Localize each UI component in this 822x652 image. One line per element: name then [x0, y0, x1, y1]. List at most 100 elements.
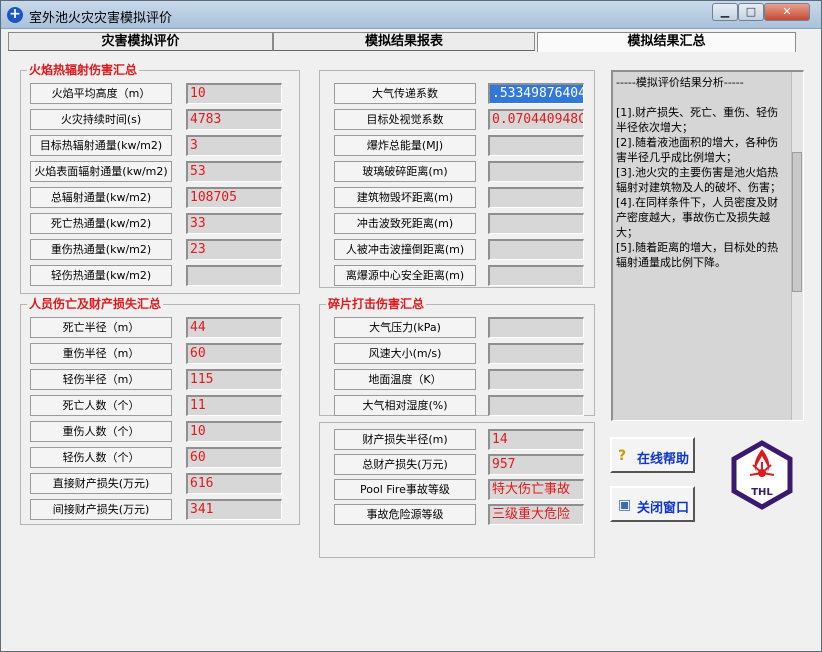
flame-row: 总辐射通量(kw/m2) 108705: [30, 187, 282, 208]
casualty-row: 间接财产损失(万元) 341: [30, 499, 282, 520]
loss-row: 财产损失半径(m) 14: [334, 429, 584, 450]
flame-value-field[interactable]: 53: [186, 161, 282, 182]
atmos-value-field[interactable]: 0.070440948C: [488, 109, 584, 130]
casualty-value-field[interactable]: 115: [186, 369, 282, 390]
atmos-value-field[interactable]: [488, 239, 584, 260]
loss-label: Pool Fire事故等级: [334, 479, 476, 500]
atmos-value-field[interactable]: [488, 135, 584, 156]
loss-value-field[interactable]: 14: [488, 429, 584, 450]
debris-value-field[interactable]: [488, 343, 584, 364]
flame-value-field[interactable]: 3: [186, 135, 282, 156]
debris-value-field[interactable]: [488, 395, 584, 416]
flame-value-field[interactable]: 10: [186, 83, 282, 104]
close-dialog-label: 关闭窗口: [637, 501, 690, 516]
flame-row: 重伤热通量(kw/m2) 23: [30, 239, 282, 260]
casualty-row: 重伤人数（个） 10: [30, 421, 282, 442]
atmos-row: 目标处视觉系数 0.070440948C: [334, 109, 584, 130]
atmos-value-field[interactable]: [488, 213, 584, 234]
maximize-button[interactable]: □: [738, 3, 764, 21]
debris-row: 风速大小(m/s): [334, 343, 584, 364]
casualty-value-field[interactable]: 44: [186, 317, 282, 338]
scroll-thumb[interactable]: [792, 152, 802, 292]
casualty-value-field[interactable]: 10: [186, 421, 282, 442]
analysis-line: [616, 90, 800, 105]
casualty-label: 轻伤人数（个）: [30, 447, 172, 468]
atmos-label: 人被冲击波撞倒距离(m): [334, 239, 476, 260]
close-door-icon: ▣: [618, 497, 632, 513]
atmos-row: 玻璃破碎距离(m): [334, 161, 584, 182]
flame-row: 轻伤热通量(kw/m2): [30, 265, 282, 286]
atmos-value-field[interactable]: [488, 265, 584, 286]
casualty-row: 直接财产损失(万元) 616: [30, 473, 282, 494]
client-area: 灾害模拟评价 模拟结果报表 模拟结果汇总 火焰热辐射伤害汇总 火焰平均高度（m）…: [4, 30, 818, 649]
flame-row: 火灾持续时间(s) 4783: [30, 109, 282, 130]
analysis-line: [1].财产损失、死亡、重伤、轻伤半径依次增大；: [616, 106, 779, 134]
tab-disaster-simulation[interactable]: 灾害模拟评价: [8, 32, 273, 51]
analysis-line: [2].随着液池面积的增大，各种伤害半径几乎成比例增大；: [616, 136, 779, 164]
thl-logo: THL: [731, 440, 793, 510]
casualty-label: 间接财产损失(万元): [30, 499, 172, 520]
atmos-value-field[interactable]: [488, 161, 584, 182]
analysis-textbox[interactable]: -----模拟评价结果分析----- [1].财产损失、死亡、重伤、轻伤半径依次…: [611, 70, 804, 421]
debris-row: 地面温度（K）: [334, 369, 584, 390]
online-help-button[interactable]: ? 在线帮助: [610, 437, 695, 473]
analysis-line: -----模拟评价结果分析-----: [616, 76, 744, 89]
tab-simulation-summary[interactable]: 模拟结果汇总: [537, 32, 796, 52]
casualty-value-field[interactable]: 11: [186, 395, 282, 416]
analysis-line: [4].在同样条件下，人员密度及财产密度越大，事故伤亡及损失越大；: [616, 196, 779, 239]
flame-row: 死亡热通量(kw/m2) 33: [30, 213, 282, 234]
loss-value-field[interactable]: 957: [488, 454, 584, 475]
loss-row: 事故危险源等级 三级重大危险: [334, 504, 584, 525]
loss-row: Pool Fire事故等级 特大伤亡事故: [334, 479, 584, 500]
minimize-button[interactable]: ▁: [712, 3, 738, 21]
analysis-scrollbar[interactable]: [791, 72, 803, 420]
casualty-row: 轻伤半径（m） 115: [30, 369, 282, 390]
atmos-row: 爆炸总能量(MJ): [334, 135, 584, 156]
casualty-label: 重伤半径（m）: [30, 343, 172, 364]
people-group-title: 人员伤亡及财产损失汇总: [27, 297, 164, 311]
atmos-label: 爆炸总能量(MJ): [334, 135, 476, 156]
flame-label: 火焰表面辐射通量(kw/m2): [30, 161, 172, 182]
flame-label: 重伤热通量(kw/m2): [30, 239, 172, 260]
flame-label: 轻伤热通量(kw/m2): [30, 265, 172, 286]
casualty-value-field[interactable]: 341: [186, 499, 282, 520]
atmos-row: 建筑物毁坏距离(m): [334, 187, 584, 208]
flame-value-field[interactable]: 33: [186, 213, 282, 234]
loss-label: 财产损失半径(m): [334, 429, 476, 450]
casualty-value-field[interactable]: 60: [186, 447, 282, 468]
flame-label: 火灾持续时间(s): [30, 109, 172, 130]
flame-value-field[interactable]: [186, 265, 282, 286]
debris-value-field[interactable]: [488, 369, 584, 390]
debris-row: 大气相对湿度(%): [334, 395, 584, 416]
casualty-value-field[interactable]: 60: [186, 343, 282, 364]
logo-text: THL: [751, 487, 773, 498]
debris-row: 大气压力(kPa): [334, 317, 584, 338]
flame-row: 火焰平均高度（m） 10: [30, 83, 282, 104]
atmos-value-field[interactable]: .53349876404: [488, 83, 584, 104]
flame-value-field[interactable]: 4783: [186, 109, 282, 130]
casualty-value-field[interactable]: 616: [186, 473, 282, 494]
close-dialog-button[interactable]: ▣ 关闭窗口: [610, 486, 695, 522]
close-window-button[interactable]: ✕: [764, 3, 810, 21]
atmos-label: 冲击波致死距离(m): [334, 213, 476, 234]
atmos-label: 目标处视觉系数: [334, 109, 476, 130]
loss-value-field[interactable]: 三级重大危险: [488, 504, 584, 525]
loss-value-field[interactable]: 特大伤亡事故: [488, 479, 584, 500]
debris-label: 大气相对湿度(%): [334, 395, 476, 416]
title-bar: + 室外池火灾灾害模拟评价 ▁ □ ✕: [1, 1, 821, 29]
debris-group-title: 碎片打击伤害汇总: [326, 297, 427, 311]
casualty-row: 死亡半径（m） 44: [30, 317, 282, 338]
atmos-label: 建筑物毁坏距离(m): [334, 187, 476, 208]
casualty-label: 死亡半径（m）: [30, 317, 172, 338]
atmosphere-explosion-group: 大气传递系数 .53349876404 目标处视觉系数 0.070440948C 爆炸总…: [319, 70, 595, 288]
tab-simulation-report[interactable]: 模拟结果报表: [273, 32, 535, 51]
flame-row: 目标热辐射通量(kw/m2) 3: [30, 135, 282, 156]
atmos-value-field[interactable]: [488, 187, 584, 208]
flame-value-field[interactable]: 108705: [186, 187, 282, 208]
flame-group-title: 火焰热辐射伤害汇总: [27, 63, 140, 77]
window-title: 室外池火灾灾害模拟评价: [29, 11, 173, 26]
app-window: + 室外池火灾灾害模拟评价 ▁ □ ✕ 灾害模拟评价 模拟结果报表 模拟结果汇总…: [0, 0, 822, 652]
atmos-row: 冲击波致死距离(m): [334, 213, 584, 234]
flame-value-field[interactable]: 23: [186, 239, 282, 260]
debris-value-field[interactable]: [488, 317, 584, 338]
